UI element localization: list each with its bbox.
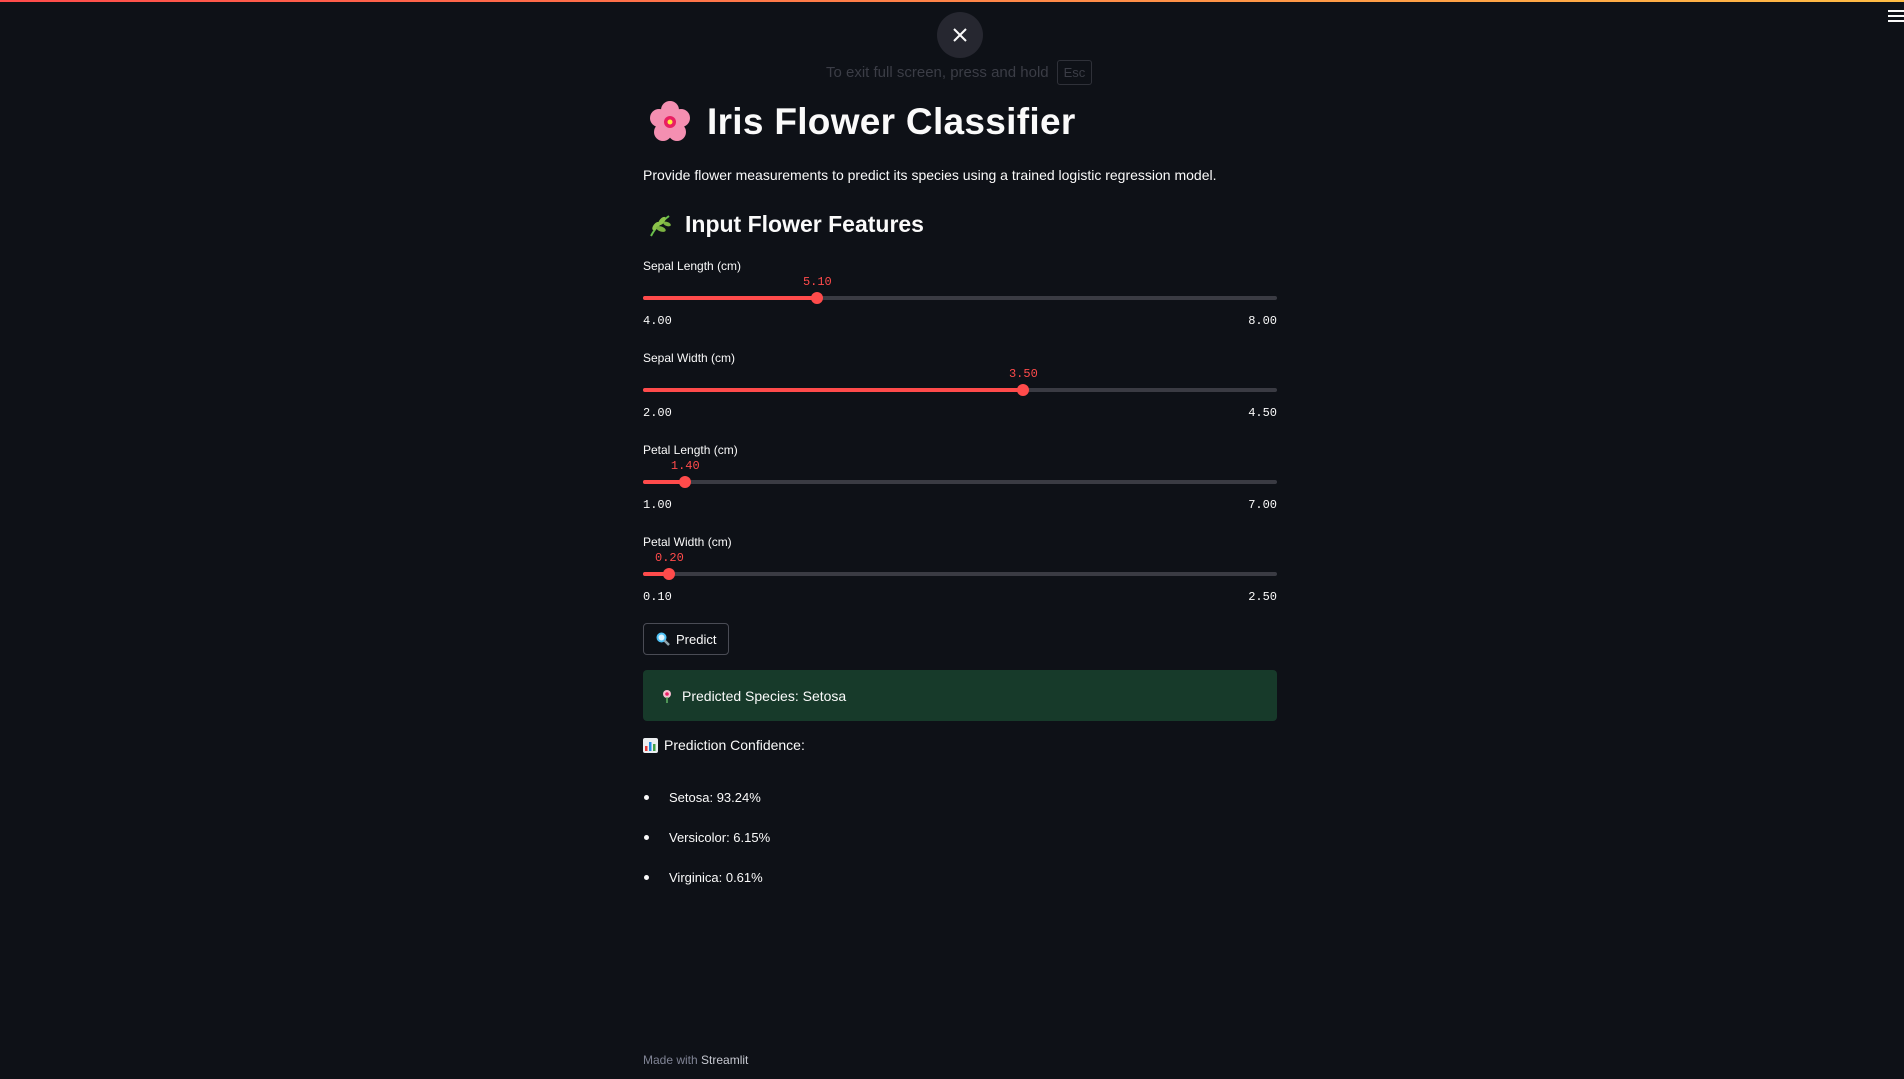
fullscreen-hint-text: To exit full screen, press and hold (826, 63, 1049, 81)
features-heading-text: Input Flower Features (685, 211, 924, 237)
slider-value: 3.50 (1008, 367, 1038, 381)
predict-button-label: Predict (676, 631, 717, 647)
slider-max: 7.00 (1248, 498, 1277, 512)
slider-thumb[interactable] (663, 568, 676, 580)
slider-label: Sepal Length (cm) (643, 259, 742, 273)
confidence-heading: Prediction Confidence: (643, 737, 805, 753)
predict-button[interactable]: Predict (643, 623, 730, 655)
sepal-length-slider[interactable]: Sepal Length (cm) 5.10 4.00 8.00 (643, 259, 1277, 339)
prediction-result-alert: Predicted Species: Setosa (643, 670, 1277, 721)
slider-track[interactable] (643, 384, 1277, 396)
bar-chart-icon (643, 737, 658, 753)
close-icon (953, 28, 967, 42)
sepal-width-slider[interactable]: Sepal Width (cm) 3.50 2.00 4.50 (643, 351, 1277, 431)
cherry-blossom-icon (650, 101, 690, 141)
slider-thumb[interactable] (811, 292, 824, 304)
petal-width-slider[interactable]: Petal Width (cm) 0.20 0.10 2.50 (643, 535, 1277, 615)
slider-fill (643, 296, 818, 300)
slider-value: 1.40 (670, 459, 700, 473)
magnifier-icon (656, 632, 670, 646)
slider-min: 1.00 (643, 498, 672, 512)
esc-key-badge: Esc (1056, 59, 1093, 85)
slider-label: Petal Length (cm) (643, 443, 738, 457)
footer: Made with Streamlit (643, 1053, 748, 1067)
petal-length-slider[interactable]: Petal Length (cm) 1.40 1.00 7.00 (643, 443, 1277, 523)
prediction-result-text: Predicted Species: Setosa (682, 687, 847, 704)
slider-thumb[interactable] (679, 476, 692, 488)
list-item: Virginica: 0.61% (643, 857, 770, 897)
herb-icon (650, 214, 671, 236)
confidence-item-text: Versicolor: 6.15% (669, 829, 771, 845)
confidence-list: Setosa: 93.24% Versicolor: 6.15% Virgini… (643, 777, 770, 897)
slider-max: 4.50 (1248, 406, 1277, 420)
bullet-icon (644, 874, 649, 880)
title-text: Iris Flower Classifier (707, 101, 1076, 142)
slider-max: 2.50 (1248, 590, 1277, 604)
slider-track[interactable] (643, 568, 1277, 580)
bullet-icon (644, 834, 649, 840)
hamburger-menu-icon[interactable] (1888, 10, 1904, 24)
slider-thumb[interactable] (1017, 384, 1030, 396)
slider-value: 5.10 (802, 275, 832, 289)
list-item: Setosa: 93.24% (643, 777, 770, 817)
description-text: Provide flower measurements to predict i… (643, 167, 1217, 183)
slider-max: 8.00 (1248, 314, 1277, 328)
slider-track[interactable] (643, 476, 1277, 488)
slider-label: Sepal Width (cm) (643, 351, 736, 365)
slider-min: 2.00 (643, 406, 672, 420)
confidence-title: Prediction Confidence: (664, 737, 805, 753)
fullscreen-exit-hint: To exit full screen, press and hold Esc (826, 57, 1093, 87)
features-heading: Input Flower Features (647, 211, 924, 238)
slider-fill (643, 388, 1024, 392)
page-title: Iris Flower Classifier (648, 100, 1076, 144)
bullet-icon (644, 794, 649, 800)
slider-min: 0.10 (643, 590, 672, 604)
close-fullscreen-button[interactable] (937, 12, 983, 58)
confidence-item-text: Setosa: 93.24% (669, 789, 761, 805)
slider-label: Petal Width (cm) (643, 535, 732, 549)
confidence-item-text: Virginica: 0.61% (669, 869, 763, 885)
flower-icon (663, 689, 671, 703)
slider-min: 4.00 (643, 314, 672, 328)
footer-brand-link[interactable]: Streamlit (701, 1053, 748, 1067)
list-item: Versicolor: 6.15% (643, 817, 770, 857)
slider-value: 0.20 (655, 551, 684, 565)
slider-track[interactable] (643, 292, 1277, 304)
footer-prefix: Made with (643, 1053, 698, 1067)
top-decoration-bar (0, 0, 1904, 2)
